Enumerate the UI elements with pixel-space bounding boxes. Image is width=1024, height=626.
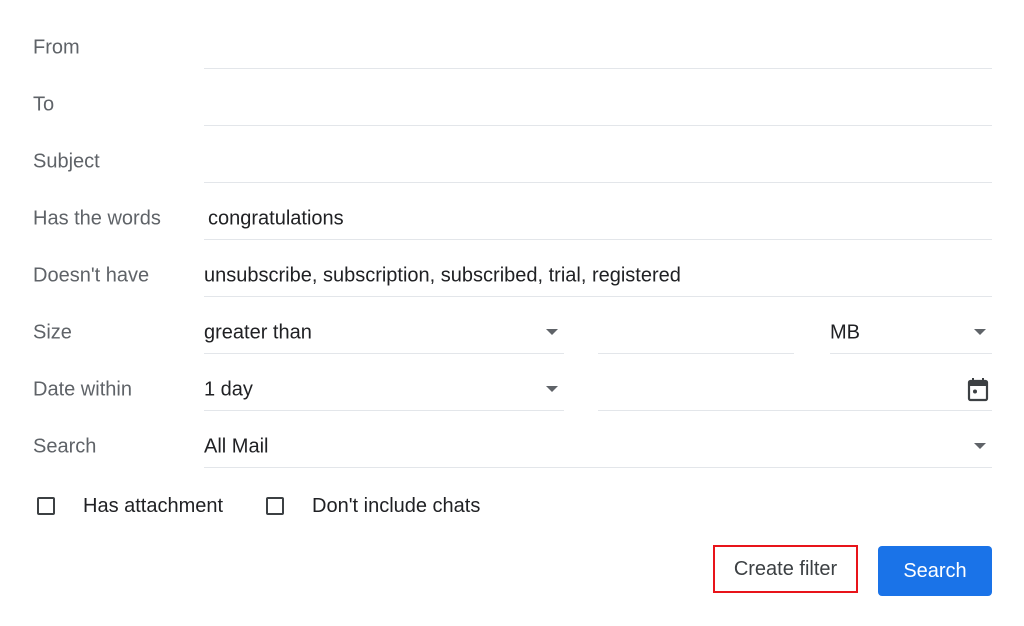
search-button[interactable]: Search: [878, 546, 992, 596]
has-attachment-label: Has attachment: [83, 494, 224, 517]
size-unit-select[interactable]: MB: [830, 315, 992, 354]
dropdown-arrow-icon: [974, 329, 986, 335]
doesnt-have-row: Doesn't have unsubscribe, subscription, …: [0, 238, 1024, 297]
dropdown-arrow-icon: [974, 443, 986, 449]
to-label: To: [33, 93, 55, 116]
has-attachment-option[interactable]: Has attachment: [37, 493, 223, 519]
search-scope-row: Search All Mail: [0, 409, 1024, 468]
dont-include-chats-option[interactable]: Don't include chats: [266, 493, 480, 519]
has-words-row: Has the words congratulations: [0, 181, 1024, 240]
doesnt-have-input[interactable]: unsubscribe, subscription, subscribed, t…: [204, 258, 992, 297]
dropdown-arrow-icon: [546, 386, 558, 392]
search-scope-label: Search: [33, 435, 97, 458]
subject-row: Subject: [0, 124, 1024, 183]
size-row: Size greater than MB: [0, 295, 1024, 354]
create-filter-button[interactable]: Create filter: [713, 545, 858, 593]
has-words-value: congratulations: [208, 207, 344, 230]
subject-input[interactable]: [204, 144, 992, 183]
dont-include-chats-label: Don't include chats: [312, 494, 481, 517]
date-input[interactable]: [598, 372, 992, 411]
from-label: From: [33, 36, 80, 59]
has-words-input[interactable]: congratulations: [204, 201, 992, 240]
size-operator-select[interactable]: greater than: [204, 315, 564, 354]
from-input[interactable]: [204, 30, 992, 69]
date-within-label: Date within: [33, 378, 132, 401]
doesnt-have-value: unsubscribe, subscription, subscribed, t…: [204, 264, 681, 287]
doesnt-have-label: Doesn't have: [33, 264, 150, 287]
from-row: From: [0, 10, 1024, 69]
dropdown-arrow-icon: [546, 329, 558, 335]
to-input[interactable]: [204, 87, 992, 126]
search-scope-select[interactable]: All Mail: [204, 429, 992, 468]
has-attachment-checkbox[interactable]: [37, 497, 55, 515]
to-row: To: [0, 67, 1024, 126]
has-words-label: Has the words: [33, 207, 161, 230]
size-value-input[interactable]: [598, 315, 794, 354]
dont-include-chats-checkbox[interactable]: [266, 497, 284, 515]
size-label: Size: [33, 321, 72, 344]
date-within-row: Date within 1 day: [0, 352, 1024, 411]
date-range-select[interactable]: 1 day: [204, 372, 564, 411]
subject-label: Subject: [33, 150, 100, 173]
calendar-icon[interactable]: [966, 377, 990, 403]
